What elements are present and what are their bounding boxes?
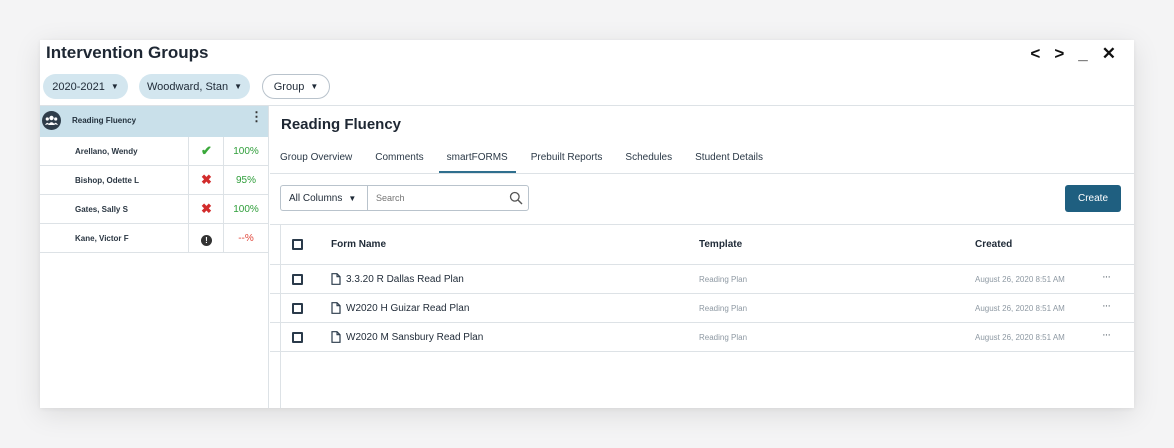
year-dropdown[interactable]: 2020-2021 ▼ bbox=[43, 74, 128, 99]
select-all-checkbox[interactable] bbox=[292, 239, 303, 250]
teacher-dropdown[interactable]: Woodward, Stan ▼ bbox=[139, 74, 250, 99]
row-checkbox[interactable] bbox=[292, 332, 303, 343]
search-icon[interactable] bbox=[509, 191, 523, 205]
student-row[interactable]: Gates, Sally S ✖ 100% bbox=[40, 195, 268, 224]
form-name[interactable]: W2020 H Guizar Read Plan bbox=[346, 303, 469, 314]
check-icon: ✔ bbox=[201, 143, 212, 158]
created-date: August 26, 2020 8:51 AM bbox=[975, 304, 1065, 313]
main-panel: Reading Fluency Group Overview Comments … bbox=[270, 106, 1134, 408]
column-divider bbox=[188, 166, 189, 195]
window-controls: < > _ ✕ bbox=[1030, 45, 1116, 63]
document-icon bbox=[331, 331, 341, 343]
group-header[interactable]: Reading Fluency ⋮ bbox=[40, 106, 268, 137]
page-title: Reading Fluency bbox=[281, 116, 402, 133]
previous-icon[interactable]: < bbox=[1030, 45, 1040, 63]
student-name: Bishop, Odette L bbox=[75, 175, 139, 185]
tab-prebuilt-reports[interactable]: Prebuilt Reports bbox=[531, 152, 603, 168]
search-input[interactable] bbox=[367, 185, 529, 211]
teacher-dropdown-label: Woodward, Stan bbox=[146, 80, 229, 93]
column-header-created[interactable]: Created bbox=[975, 239, 1012, 250]
student-name: Gates, Sally S bbox=[75, 204, 128, 214]
tab-schedules[interactable]: Schedules bbox=[625, 152, 672, 168]
created-date: August 26, 2020 8:51 AM bbox=[975, 275, 1065, 284]
next-icon[interactable]: > bbox=[1054, 45, 1064, 63]
caret-down-icon: ▼ bbox=[348, 193, 357, 203]
tab-student-details[interactable]: Student Details bbox=[695, 152, 763, 168]
table-row[interactable]: W2020 H Guizar Read Plan Reading Plan Au… bbox=[270, 294, 1134, 323]
student-list: Arellano, Wendy ✔ 100% Bishop, Odette L … bbox=[40, 137, 268, 253]
group-name: Reading Fluency bbox=[72, 116, 137, 125]
column-select-label: All Columns bbox=[289, 192, 343, 204]
template-name: Reading Plan bbox=[699, 275, 748, 284]
column-divider bbox=[188, 224, 189, 253]
form-name[interactable]: W2020 M Sansbury Read Plan bbox=[346, 332, 483, 343]
caret-down-icon: ▼ bbox=[310, 82, 319, 91]
info-icon: ! bbox=[190, 231, 223, 246]
caret-down-icon: ▼ bbox=[234, 82, 243, 91]
close-icon[interactable]: ✕ bbox=[1102, 45, 1116, 63]
template-name: Reading Plan bbox=[699, 304, 748, 313]
student-name: Arellano, Wendy bbox=[75, 146, 138, 156]
document-icon bbox=[331, 273, 341, 285]
student-percent: 95% bbox=[235, 174, 256, 186]
column-divider bbox=[188, 195, 189, 224]
column-select[interactable]: All Columns ▼ bbox=[280, 185, 367, 211]
student-percent: 100% bbox=[233, 145, 259, 157]
minimize-icon[interactable]: _ bbox=[1078, 45, 1087, 63]
group-dropdown[interactable]: Group ▼ bbox=[262, 74, 330, 99]
column-divider bbox=[188, 137, 189, 166]
title-bar: Intervention Groups < > _ ✕ bbox=[40, 40, 1134, 72]
more-vertical-icon[interactable]: ⋮ bbox=[250, 110, 263, 123]
column-header-template[interactable]: Template bbox=[699, 239, 742, 250]
table-left-border bbox=[280, 225, 281, 408]
student-name: Kane, Victor F bbox=[75, 233, 129, 243]
table-header: Form Name Template Created bbox=[270, 225, 1134, 265]
more-horizontal-icon[interactable]: ··· bbox=[1102, 329, 1111, 341]
student-percent: 100% bbox=[233, 203, 259, 215]
tab-bar: Group Overview Comments smartFORMS Prebu… bbox=[280, 152, 786, 173]
student-row[interactable]: Kane, Victor F ! --% bbox=[40, 224, 268, 253]
student-sidebar: Reading Fluency ⋮ Arellano, Wendy ✔ 100%… bbox=[40, 106, 269, 408]
student-percent: --% bbox=[238, 232, 254, 244]
more-horizontal-icon[interactable]: ··· bbox=[1102, 300, 1111, 312]
row-checkbox[interactable] bbox=[292, 274, 303, 285]
column-header-form-name[interactable]: Form Name bbox=[331, 239, 386, 250]
tab-group-overview[interactable]: Group Overview bbox=[280, 152, 352, 168]
tab-comments[interactable]: Comments bbox=[375, 152, 423, 168]
more-horizontal-icon[interactable]: ··· bbox=[1102, 271, 1111, 283]
template-name: Reading Plan bbox=[699, 333, 748, 342]
student-row[interactable]: Arellano, Wendy ✔ 100% bbox=[40, 137, 268, 166]
app-window: Intervention Groups < > _ ✕ 2020-2021 ▼ … bbox=[40, 40, 1134, 408]
cross-icon: ✖ bbox=[201, 201, 212, 216]
app-title: Intervention Groups bbox=[46, 43, 209, 62]
group-dropdown-label: Group bbox=[273, 80, 305, 93]
document-icon bbox=[331, 302, 341, 314]
table-row[interactable]: W2020 M Sansbury Read Plan Reading Plan … bbox=[270, 323, 1134, 352]
group-icon bbox=[42, 111, 61, 130]
caret-down-icon: ▼ bbox=[110, 82, 119, 91]
forms-toolbar: All Columns ▼ Create bbox=[280, 185, 1130, 215]
table-row[interactable]: 3.3.20 R Dallas Read Plan Reading Plan A… bbox=[270, 265, 1134, 294]
created-date: August 26, 2020 8:51 AM bbox=[975, 333, 1065, 342]
tab-smartforms[interactable]: smartFORMS bbox=[438, 152, 516, 173]
create-button[interactable]: Create bbox=[1065, 185, 1121, 212]
form-name[interactable]: 3.3.20 R Dallas Read Plan bbox=[346, 274, 464, 285]
filter-bar: 2020-2021 ▼ Woodward, Stan ▼ Group ▼ bbox=[40, 74, 1134, 104]
forms-table: Form Name Template Created 3.3.20 R Dall… bbox=[270, 225, 1134, 352]
year-dropdown-label: 2020-2021 bbox=[52, 80, 105, 93]
row-checkbox[interactable] bbox=[292, 303, 303, 314]
student-row[interactable]: Bishop, Odette L ✖ 95% bbox=[40, 166, 268, 195]
cross-icon: ✖ bbox=[201, 172, 212, 187]
tab-divider bbox=[270, 173, 1134, 174]
